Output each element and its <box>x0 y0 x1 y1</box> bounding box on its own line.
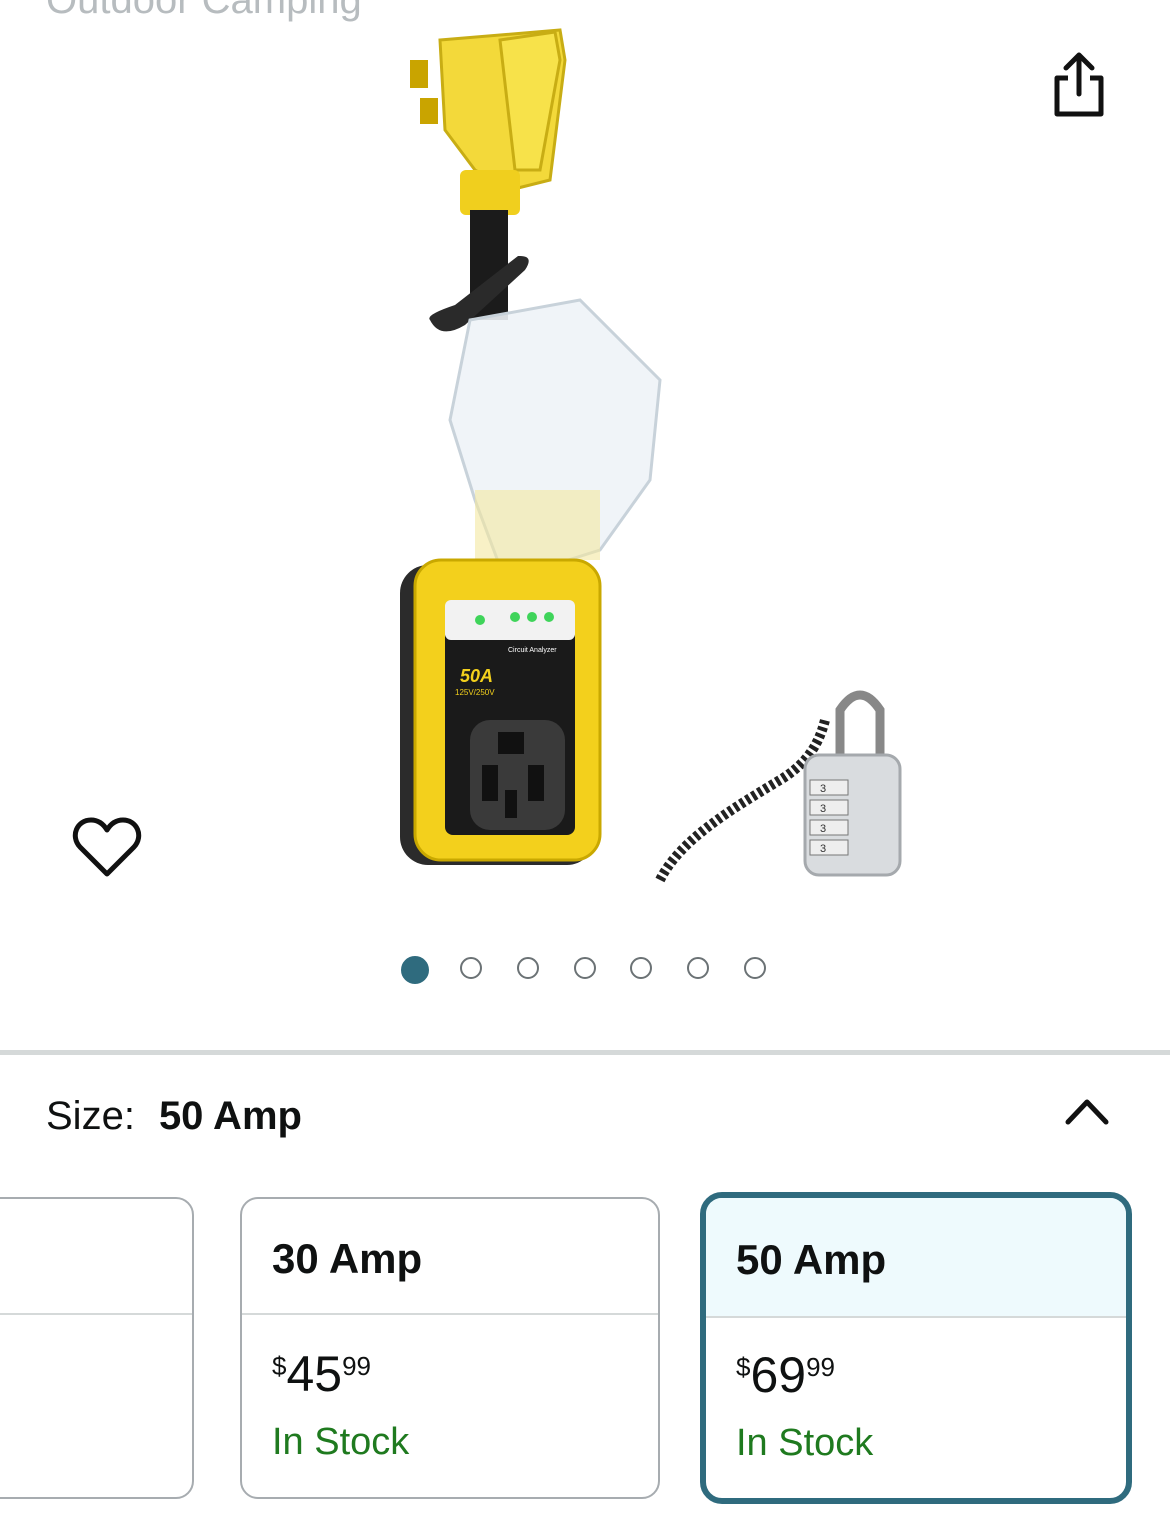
page-dot-5[interactable] <box>630 957 652 979</box>
lock-digit-1: 3 <box>820 783 826 795</box>
price-symbol: $ <box>272 1351 287 1381</box>
page-dot-1[interactable] <box>401 956 429 984</box>
size-option-stock: In Stock <box>736 1422 874 1464</box>
section-divider <box>0 1050 1170 1055</box>
share-icon <box>1054 52 1104 117</box>
lock-digit-2: 3 <box>820 803 826 815</box>
size-option-title: 50 Amp <box>736 1236 887 1283</box>
size-option-head <box>0 1199 192 1315</box>
product-image[interactable]: 50A 125V/250V Circuit Analyzer 3 3 3 3 <box>260 20 920 910</box>
share-button[interactable] <box>1046 50 1112 120</box>
price-whole: 45 <box>286 1346 343 1402</box>
heart-icon <box>72 817 142 877</box>
favorite-button[interactable] <box>72 814 142 880</box>
price-fraction: 99 <box>806 1352 836 1382</box>
size-option-title: 30 Amp <box>272 1235 423 1282</box>
price-symbol: $ <box>736 1352 751 1382</box>
lock-digit-3: 3 <box>820 823 826 835</box>
page-dot-4[interactable] <box>574 957 596 979</box>
page-dot-2[interactable] <box>460 957 482 979</box>
size-option-price: $6999 <box>736 1350 835 1400</box>
price-fraction: 99 <box>342 1351 372 1381</box>
size-selected-value: 50 Amp <box>158 1094 302 1138</box>
size-option-price: $4599 <box>272 1349 371 1399</box>
size-collapse-button[interactable] <box>1060 1090 1114 1130</box>
image-pagination <box>0 956 1170 985</box>
price-whole: 69 <box>750 1347 807 1403</box>
chevron-up-icon <box>1065 1099 1109 1125</box>
plug-head <box>410 28 567 215</box>
device-model: 50A <box>460 666 493 686</box>
page-dot-7[interactable] <box>744 957 766 979</box>
lock-digit-4: 3 <box>820 843 826 855</box>
device-panel-title: Circuit Analyzer <box>508 647 557 654</box>
size-label: Size: <box>46 1094 135 1138</box>
page-dot-6[interactable] <box>687 957 709 979</box>
size-option-stock: In Stock <box>272 1421 410 1463</box>
device-rating: 125V/250V <box>455 688 495 697</box>
size-option-30-amp[interactable]: 30 Amp $4599 In Stock <box>240 1197 660 1499</box>
analyzer-body: 50A 125V/250V Circuit Analyzer <box>400 558 602 865</box>
size-option-50-amp[interactable]: 50 Amp $6999 In Stock <box>700 1192 1132 1504</box>
padlock: 3 3 3 3 <box>655 690 902 883</box>
size-selector-header: Size: 50 Amp <box>46 1094 302 1154</box>
page-dot-3[interactable] <box>517 957 539 979</box>
size-option-card[interactable] <box>0 1197 194 1499</box>
